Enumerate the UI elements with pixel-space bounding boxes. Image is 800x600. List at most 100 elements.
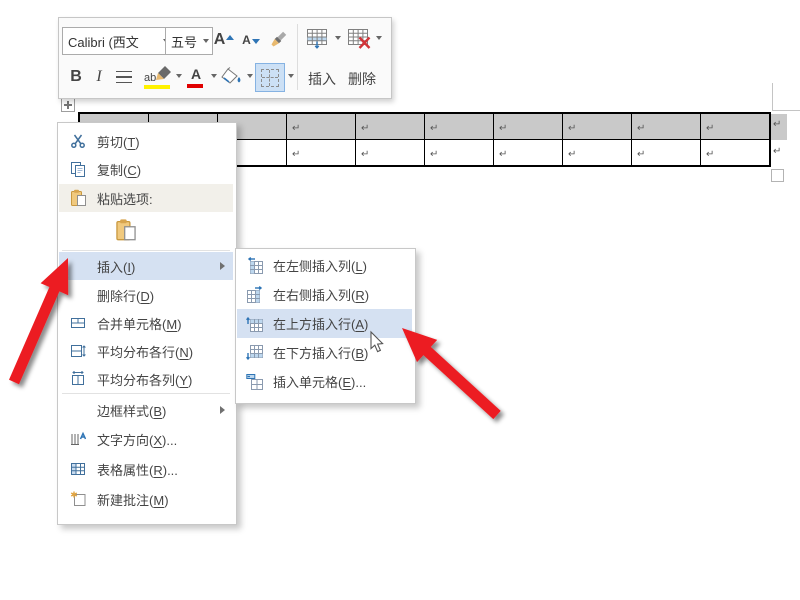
menu-item-merge-cells[interactable]: 合并单元格(M) (59, 309, 233, 337)
submenu-arrow-icon (220, 262, 225, 270)
shading-button[interactable] (219, 65, 245, 89)
end-of-cell-marker: ↵ (430, 148, 439, 160)
submenu-item-insert-row-below[interactable]: 在下方插入行(B) (237, 338, 412, 367)
table-cell[interactable]: ↵ (631, 112, 701, 140)
submenu-item-insert-cells[interactable]: 插入单元格(E)... (237, 367, 412, 396)
table-properties-icon (59, 461, 97, 477)
distribute-columns-icon (59, 371, 97, 387)
shrink-font-button[interactable]: A (239, 27, 263, 53)
menu-item-label: 在下方插入行(B) (273, 346, 369, 361)
delete-table-icon (347, 29, 370, 49)
bold-button[interactable]: B (67, 65, 85, 89)
insert-row-above-icon (237, 315, 273, 333)
insert-column-left-icon (237, 256, 273, 275)
table-resize-handle[interactable] (771, 169, 784, 182)
table-cell[interactable]: ↵ (700, 112, 771, 140)
distribute-rows-icon (59, 343, 97, 359)
dropdown-caret-icon[interactable] (376, 36, 382, 40)
end-of-cell-marker: ↵ (499, 148, 508, 160)
table-cell[interactable]: ↵ (562, 139, 632, 167)
borders-icon (261, 68, 279, 87)
submenu-item-insert-row-above[interactable]: 在上方插入行(A) (237, 309, 412, 338)
dropdown-caret-icon[interactable] (176, 74, 182, 78)
menu-item-new-comment[interactable]: 新建批注(M) (59, 485, 233, 513)
table-cell[interactable]: ↵ (493, 139, 563, 167)
menu-item-label: 粘贴选项: (97, 191, 153, 207)
table-cell[interactable]: ↵ (493, 112, 563, 140)
submenu-item-insert-column-right[interactable]: 在右侧插入列(R) (237, 280, 412, 309)
end-of-row-marker: ↵ (773, 146, 782, 157)
menu-item-distribute-rows[interactable]: 平均分布各行(N) (59, 337, 233, 365)
submenu-item-insert-column-left[interactable]: 在左侧插入列(L) (237, 251, 412, 280)
table-cell[interactable]: ↵ (424, 112, 494, 140)
font-name-combobox[interactable]: Calibri (西文 (62, 27, 173, 55)
dropdown-caret-icon[interactable] (335, 36, 341, 40)
insert-row-below-icon (237, 344, 273, 362)
paste-option-keep-formatting-button[interactable] (110, 212, 142, 248)
menu-item-table-properties[interactable]: 表格属性(R)... (59, 455, 233, 483)
menu-item-distribute-columns[interactable]: 平均分布各列(Y) (59, 365, 233, 393)
format-painter-button[interactable] (265, 28, 291, 52)
table-cell[interactable]: ↵ (286, 139, 356, 167)
shading-icon (221, 67, 241, 84)
context-menu: 剪切(T) 复制(C) 粘贴选项: 插入(I) 删除行(D) 合并单元格(M) … (57, 122, 237, 525)
table-cell[interactable]: ↵ (562, 112, 632, 140)
menu-item-text-direction[interactable]: 文字方向(X)... (59, 425, 233, 453)
end-of-cell-marker: ↵ (292, 148, 301, 160)
toolbar-delete-button[interactable]: 删除 (345, 69, 379, 89)
menu-item-delete-row[interactable]: 删除行(D) (59, 281, 233, 309)
table-cell[interactable]: ↵ (631, 139, 701, 167)
font-size-value: 五号 (171, 34, 198, 50)
font-size-combobox[interactable]: 五号 (165, 27, 213, 55)
toolbar-insert-button[interactable]: 插入 (305, 69, 339, 89)
menu-separator (62, 250, 230, 251)
menu-item-label: 合并单元格(M) (97, 316, 182, 332)
borders-button[interactable] (255, 63, 285, 92)
text-highlight-button[interactable]: ab (143, 63, 173, 91)
table-cell[interactable]: ↵ (424, 139, 494, 167)
insert-column-right-icon (237, 285, 273, 304)
dropdown-caret-icon[interactable] (288, 74, 294, 78)
grow-font-icon: A (213, 31, 226, 48)
font-color-button[interactable]: A (185, 63, 207, 91)
end-of-row-marker: ↵ (773, 119, 782, 130)
clipboard-icon (59, 189, 97, 207)
bold-icon: B (70, 68, 82, 85)
end-of-cell-marker: ↵ (430, 122, 439, 134)
menu-item-label: 插入(I) (97, 259, 136, 275)
menu-item-label: 平均分布各列(Y) (97, 372, 193, 388)
menu-item-copy[interactable]: 复制(C) (59, 155, 233, 183)
merge-cells-icon (59, 315, 97, 331)
menu-item-label: 剪切(T) (97, 134, 140, 150)
dropdown-caret-icon[interactable] (247, 74, 253, 78)
font-color-icon: A (186, 65, 206, 89)
menu-item-insert[interactable]: 插入(I) (59, 252, 233, 280)
table-cell[interactable]: ↵ (700, 139, 771, 167)
italic-icon: I (96, 68, 102, 85)
table-cell[interactable]: ↵ (355, 112, 425, 140)
insert-table-button[interactable] (305, 25, 331, 53)
mini-toolbar: Calibri (西文 五号 A A B I ab A 插入 删除 (58, 17, 392, 99)
dropdown-caret-icon[interactable] (203, 39, 209, 43)
submenu-arrow-icon (220, 406, 225, 414)
insert-table-icon (307, 29, 327, 49)
italic-button[interactable]: I (91, 65, 107, 89)
menu-item-cut[interactable]: 剪切(T) (59, 127, 233, 155)
menu-item-label: 表格属性(R)... (97, 462, 178, 478)
menu-item-label: 在左侧插入列(L) (273, 259, 367, 274)
table-cell[interactable]: ↵ (286, 112, 356, 140)
menu-item-paste-options: 粘贴选项: (59, 184, 233, 212)
table-move-handle[interactable] (61, 98, 75, 112)
end-of-cell-marker: ↵ (637, 148, 646, 160)
text-highlight-icon: ab (144, 65, 172, 89)
format-painter-icon (271, 31, 287, 47)
dropdown-caret-icon[interactable] (211, 74, 217, 78)
distributed-alignment-button[interactable] (115, 69, 133, 85)
red-arrow-to-insert-row-above (402, 328, 501, 420)
table-cell[interactable]: ↵ (355, 139, 425, 167)
toolbar-separator (297, 24, 298, 90)
menu-item-border-styles[interactable]: 边框样式(B) (59, 396, 233, 424)
end-of-cell-marker: ↵ (499, 122, 508, 134)
delete-table-button[interactable] (346, 25, 372, 53)
grow-font-button[interactable]: A (211, 27, 237, 53)
